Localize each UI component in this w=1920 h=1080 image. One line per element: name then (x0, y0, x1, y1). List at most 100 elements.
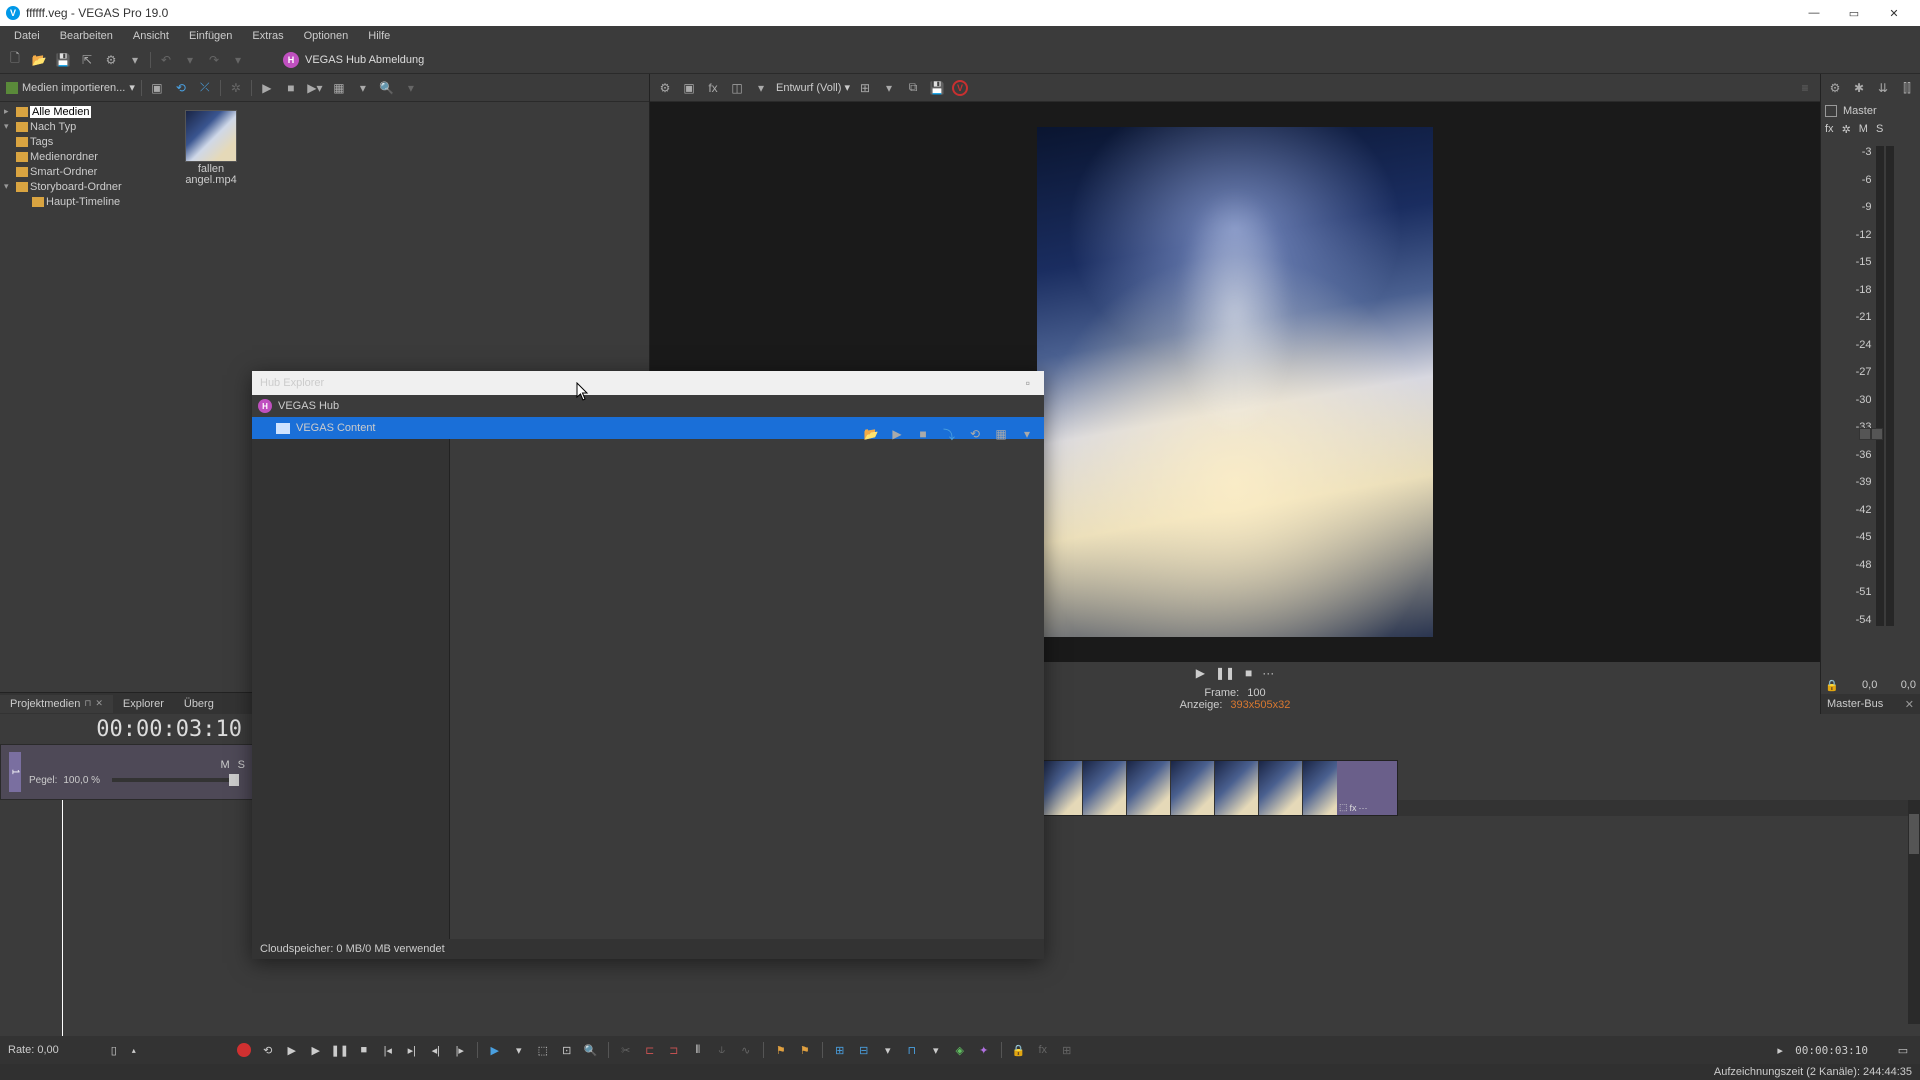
tree-all-media[interactable]: ▸Alle Medien (2, 104, 173, 119)
hub-content-pane[interactable] (450, 439, 1044, 939)
track-solo-button[interactable]: S (238, 759, 245, 771)
preview-stop-button[interactable]: ■ (1245, 666, 1252, 680)
endtime-anchor-icon[interactable]: ▸ (1771, 1041, 1789, 1059)
rate-slider-anchor[interactable]: ▴ (125, 1041, 143, 1059)
minimize-button[interactable]: — (1794, 0, 1834, 26)
master-automation-icon[interactable]: ✲ (1842, 123, 1851, 136)
heal-icon[interactable]: ⫝ (713, 1041, 731, 1059)
menu-hilfe[interactable]: Hilfe (358, 28, 400, 44)
import-media-button[interactable]: Medien importieren... ▾ (6, 81, 135, 94)
preview-split-dd-icon[interactable]: ▾ (752, 79, 770, 97)
hub-stop-icon[interactable]: ■ (914, 425, 932, 443)
render-icon[interactable]: ⇱ (78, 51, 96, 69)
preview-split-icon[interactable]: ◫ (728, 79, 746, 97)
properties-icon[interactable]: ⚙ (102, 51, 120, 69)
hub-window-close-icon[interactable]: ▫ (1020, 376, 1036, 390)
prev-frame-button[interactable]: ◂| (427, 1041, 445, 1059)
trim-start-icon[interactable]: ⊏ (641, 1041, 659, 1059)
media-sort-icon[interactable]: ▾ (402, 79, 420, 97)
hub-window-titlebar[interactable]: Hub Explorer ▫ (252, 371, 1044, 395)
next-frame-button[interactable]: |▸ (451, 1041, 469, 1059)
preview-save-icon[interactable]: 💾 (928, 79, 946, 97)
menu-ansicht[interactable]: Ansicht (123, 28, 179, 44)
go-start-button[interactable]: |◂ (379, 1041, 397, 1059)
envelope-icon[interactable]: ∿ (737, 1041, 755, 1059)
tab-master-bus[interactable]: Master-Bus (1827, 698, 1883, 710)
tab-explorer[interactable]: Explorer (113, 695, 174, 713)
media-capture-icon[interactable]: ▣ (148, 79, 166, 97)
master-fx-button[interactable]: fx (1825, 123, 1834, 135)
magnify-tool-icon[interactable]: 🔍 (582, 1041, 600, 1059)
hub-signout[interactable]: H VEGAS Hub Abmeldung (283, 52, 424, 68)
master-faders-icon[interactable]: ⫿⫿ (1898, 79, 1916, 97)
master-lock-icon[interactable]: 🔒 (1825, 679, 1839, 692)
master-solo-button[interactable]: S (1876, 123, 1883, 135)
selection-tool-icon[interactable]: ⬚ (534, 1041, 552, 1059)
media-stop-icon[interactable]: ■ (282, 79, 300, 97)
master-dim-icon[interactable]: ✱ (1850, 79, 1868, 97)
tree-tags[interactable]: Tags (2, 134, 173, 149)
menu-einfuegen[interactable]: Einfügen (179, 28, 242, 44)
crossfade-icon[interactable]: ✦ (975, 1041, 993, 1059)
preview-pause-button[interactable]: ❚❚ (1215, 666, 1235, 680)
tree-storyboard[interactable]: ▾Storyboard-Ordner (2, 179, 173, 194)
snap-icon[interactable]: ⊡ (558, 1041, 576, 1059)
loop-button[interactable]: ⟲ (259, 1041, 277, 1059)
preview-scopes-icon[interactable]: V (952, 80, 968, 96)
track-mute-button[interactable]: M (220, 759, 229, 771)
clip-fx-icon[interactable]: fx (1350, 803, 1357, 813)
dropdown-icon[interactable]: ▾ (126, 51, 144, 69)
tab-project-media[interactable]: Projektmedien⊓✕ (0, 695, 113, 713)
cut-icon[interactable]: ✂ (617, 1041, 635, 1059)
media-autoplay-icon[interactable]: ▶▾ (306, 79, 324, 97)
hub-view-dd-icon[interactable]: ▾ (1018, 425, 1036, 443)
save-icon[interactable]: 💾 (54, 51, 72, 69)
record-button[interactable] (235, 1041, 253, 1059)
tab-master-close-icon[interactable]: ✕ (1905, 698, 1914, 711)
media-view-dd-icon[interactable]: ▾ (354, 79, 372, 97)
snap-enable-icon[interactable]: ⊓ (903, 1041, 921, 1059)
close-button[interactable]: ✕ (1874, 0, 1914, 26)
hub-download-icon[interactable]: ⤵ (940, 425, 958, 443)
preview-more-button[interactable]: ··· (1262, 666, 1274, 680)
marker-icon[interactable]: ⚑ (772, 1041, 790, 1059)
undo-dd-icon[interactable]: ▾ (181, 51, 199, 69)
redo-dd-icon[interactable]: ▾ (229, 51, 247, 69)
menu-datei[interactable]: Datei (4, 28, 50, 44)
pause-button[interactable]: ❚❚ (331, 1041, 349, 1059)
split-icon[interactable]: ⦀ (689, 1041, 707, 1059)
clip-crop-icon[interactable]: ⬚ (1339, 802, 1348, 813)
automation-icon[interactable]: ◈ (951, 1041, 969, 1059)
tree-by-type[interactable]: ▾Nach Typ (2, 119, 173, 134)
menu-bearbeiten[interactable]: Bearbeiten (50, 28, 123, 44)
ripple-icon[interactable]: ⊞ (831, 1041, 849, 1059)
trim-end-icon[interactable]: ⊐ (665, 1041, 683, 1059)
lock-icon[interactable]: 🔒 (1010, 1041, 1028, 1059)
tree-main-timeline[interactable]: Haupt-Timeline (2, 194, 173, 209)
normal-edit-dd-icon[interactable]: ▾ (510, 1041, 528, 1059)
track-level-slider[interactable] (112, 778, 239, 782)
event-fx-icon[interactable]: fx (1034, 1041, 1052, 1059)
clip-more-icon[interactable]: ··· (1359, 803, 1368, 813)
hub-tree-root[interactable]: H VEGAS Hub (252, 395, 1044, 417)
preview-props-icon[interactable]: ⚙ (656, 79, 674, 97)
new-icon[interactable]: 🗋 (6, 51, 24, 69)
normal-edit-tool-icon[interactable]: ▶ (486, 1041, 504, 1059)
media-fx-icon[interactable]: ✲ (227, 79, 245, 97)
preview-menu-icon[interactable]: ≡ (1796, 79, 1814, 97)
timeline-vscroll[interactable] (1908, 800, 1920, 1024)
auto-ripple-icon[interactable]: ⊟ (855, 1041, 873, 1059)
tab-pin-icon[interactable]: ⊓ (84, 698, 91, 709)
hub-tree-pane[interactable] (252, 439, 450, 939)
preview-copy-icon[interactable]: ⧉ (904, 79, 922, 97)
hub-refresh-icon[interactable]: ⟲ (966, 425, 984, 443)
media-search-icon[interactable]: 🔍 (378, 79, 396, 97)
media-clip-fallen-angel[interactable]: fallenangel.mp4 (183, 110, 239, 186)
menu-extras[interactable]: Extras (242, 28, 293, 44)
open-icon[interactable]: 📂 (30, 51, 48, 69)
tree-smart-folders[interactable]: Smart-Ordner (2, 164, 173, 179)
master-output-icon[interactable] (1825, 105, 1837, 117)
go-end-button[interactable]: ▸| (403, 1041, 421, 1059)
media-get-icon[interactable]: ⟲ (172, 79, 190, 97)
media-view-icon[interactable]: ▦ (330, 79, 348, 97)
